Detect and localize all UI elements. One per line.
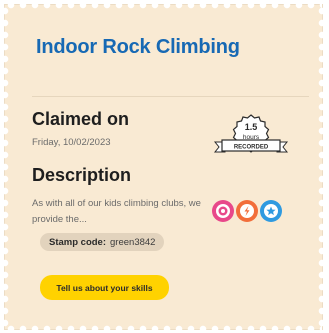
lightning-icon[interactable] [236,200,258,222]
stamp-code-label: Stamp code: [49,236,107,248]
description-text: As with all of our kids climbing clubs, … [32,198,201,225]
perforated-edge-left [1,5,9,329]
tell-us-about-skills-button[interactable]: Tell us about your skills [40,275,169,300]
badge-hours-value: 1.5 [245,122,258,132]
stamp-code-value: green3842 [110,236,156,248]
star-icon[interactable] [260,200,282,222]
divider [32,96,309,97]
badge-ribbon-label: RECORDED [234,145,269,151]
stamp-code-badge: Stamp code: green3842 [40,233,165,251]
target-icon[interactable] [212,200,234,222]
claimed-date: Friday, 10/02/2023 [32,137,111,148]
perforated-edge-right [318,5,326,329]
perforated-edge-top [5,1,322,9]
description-heading: Description [32,165,132,185]
skill-icons-group [212,200,282,222]
hours-recorded-badge: 1.5 hours RECORDED [213,114,289,153]
claimed-on-heading: Claimed on [32,109,130,129]
activity-title: Indoor Rock Climbing [36,36,240,58]
